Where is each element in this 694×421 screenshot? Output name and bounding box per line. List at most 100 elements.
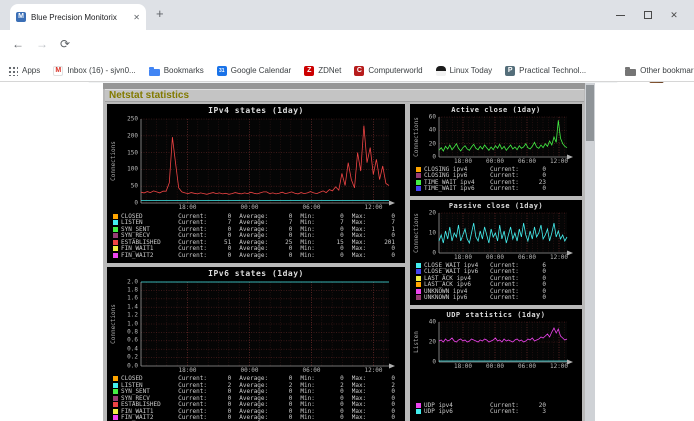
- x-tick-label: 18:00: [454, 363, 472, 370]
- legend-swatch: [113, 383, 118, 388]
- back-icon[interactable]: ←: [12, 37, 24, 51]
- legend-stat: Current:3: [490, 408, 546, 415]
- tab-close-icon[interactable]: ✕: [133, 13, 140, 22]
- legend-swatch: [113, 409, 118, 414]
- bookmark-label: ZDNet: [318, 66, 341, 75]
- y-tick-label: 150: [127, 149, 138, 156]
- y-tick-label: 1.0: [127, 320, 138, 327]
- bookmark-inbox[interactable]: MInbox (16) - sjvn0...: [53, 66, 135, 76]
- y-tick-label: 60: [429, 114, 436, 121]
- passive-close-graph[interactable]: Passive close (1day) Connections18:0000:…: [410, 200, 582, 305]
- folder-icon: [149, 69, 160, 76]
- bookmark-label: Google Calendar: [231, 66, 291, 75]
- penguin-icon: [436, 66, 446, 76]
- legend-stat-value: 0: [289, 252, 293, 259]
- new-tab-button[interactable]: +: [156, 6, 164, 21]
- legend-stat: Current:0: [178, 252, 231, 259]
- legend-state-name: FIN_WAIT2: [121, 414, 178, 421]
- active-close-graph[interactable]: Active close (1day) Connections18:0000:0…: [410, 104, 582, 196]
- bookmark-zdnet[interactable]: ZZDNet: [304, 66, 341, 76]
- x-tick-label: 00:00: [240, 204, 258, 211]
- legend-swatch: [416, 289, 421, 294]
- page-scrollbar[interactable]: [585, 83, 595, 421]
- forward-icon[interactable]: →: [36, 37, 48, 51]
- graph-title: Active close (1day): [412, 106, 580, 115]
- graph-legend: CLOSEDCurrent:0Average:0Min:0Max:0LISTEN…: [113, 213, 403, 259]
- legend-state-name: TIME_WAIT ipv6: [424, 185, 490, 192]
- bookmark-computerworld[interactable]: CComputerworld: [354, 66, 422, 76]
- y-tick-label: 0.2: [127, 354, 138, 361]
- bookmark-apps[interactable]: Apps: [8, 66, 40, 76]
- legend-swatch: [113, 389, 118, 394]
- x-tick-label: 12:00: [550, 363, 568, 370]
- bookmark-practical-technology[interactable]: PPractical Technol...: [505, 66, 586, 76]
- bookmark-bookmarks-folder[interactable]: Bookmarks: [149, 66, 204, 76]
- y-tick-label: 0: [432, 154, 436, 161]
- y-axis-label: Connections: [413, 117, 420, 157]
- legend-stat: Min:0: [300, 252, 343, 259]
- page-viewport: Netstat statistics IPv4 states (1day) Co…: [0, 83, 694, 421]
- legend-stat-label: Max:: [352, 414, 366, 421]
- legend-swatch: [113, 376, 118, 381]
- bookmark-label: Apps: [22, 66, 40, 75]
- legend-stat-value: 0: [391, 252, 395, 259]
- graphs-right-column: Active close (1day) Connections18:0000:0…: [410, 104, 582, 421]
- graph-title: IPv4 states (1day): [109, 106, 403, 117]
- legend-stat-value: 0: [289, 414, 293, 421]
- legend-swatch: [416, 276, 421, 281]
- legend-stat-value: 0: [228, 252, 232, 259]
- y-tick-label: 20: [429, 140, 436, 147]
- legend-stat-label: Current:: [490, 185, 519, 192]
- x-tick-label: 00:00: [486, 363, 504, 370]
- y-tick-label: 100: [127, 166, 138, 173]
- other-bookmarks-button[interactable]: Other bookmarks: [625, 66, 694, 76]
- y-axis-label: Listen: [413, 331, 420, 353]
- tab-favicon-icon: M: [16, 12, 26, 22]
- graph-legend: UDP ipv4Current:20UDP ipv6Current:3: [416, 402, 580, 415]
- monitorix-content: Netstat statistics IPv4 states (1day) Co…: [103, 83, 595, 421]
- browser-tab[interactable]: M Blue Precision Monitorix ✕: [10, 4, 146, 30]
- ipv4-states-graph[interactable]: IPv4 states (1day) Connections18:0000:00…: [107, 104, 405, 263]
- x-tick-label: 00:00: [240, 367, 258, 374]
- plot-area: Connections18:0000:0006:0012:00050100150…: [141, 119, 389, 203]
- legend-stat-value: 0: [340, 414, 344, 421]
- tab-title: Blue Precision Monitorix: [31, 13, 128, 22]
- legend-swatch: [416, 173, 421, 178]
- udp-statistics-graph[interactable]: UDP statistics (1day) Listen 18:00 00:00 06…: [410, 309, 582, 421]
- y-tick-label: 0.8: [127, 328, 138, 335]
- legend-swatch: [416, 167, 421, 172]
- y-tick-label: 0.6: [127, 337, 138, 344]
- bookmark-google-calendar[interactable]: 31Google Calendar: [217, 66, 291, 76]
- legend-swatch: [416, 403, 421, 408]
- reload-icon[interactable]: ⟳: [60, 37, 70, 51]
- legend-stat-label: Min:: [300, 252, 314, 259]
- legend-row: UNKNOWN ipv6Current:0: [416, 295, 580, 302]
- ipv6-states-graph[interactable]: IPv6 states (1day) Connections18:0000:00…: [107, 267, 405, 421]
- x-tick-label: 06:00: [518, 363, 536, 370]
- graph-legend: CLOSING ipv4Current:0CLOSING ipv6Current…: [416, 166, 580, 192]
- bookmark-linux-today[interactable]: Linux Today: [436, 66, 493, 76]
- legend-swatch: [113, 227, 118, 232]
- graphs-left-column: IPv4 states (1day) Connections18:0000:00…: [107, 104, 405, 421]
- graph-legend: CLOSE_WAIT ipv4Current:6CLOSE_WAIT ipv6C…: [416, 262, 580, 301]
- graph-title: UDP statistics (1day): [412, 311, 580, 320]
- y-tick-label: 10: [429, 230, 436, 237]
- y-axis-label: Connections: [110, 304, 117, 344]
- graph-title: Passive close (1day): [412, 202, 580, 211]
- legend-swatch: [113, 402, 118, 407]
- x-tick-label: 12:00: [364, 367, 382, 374]
- y-tick-label: 40: [429, 127, 436, 134]
- legend-stat-label: Min:: [300, 414, 314, 421]
- y-tick-label: 0: [432, 250, 436, 257]
- x-tick-label: 18:00: [454, 254, 472, 261]
- legend-swatch: [113, 214, 118, 219]
- window-maximize-button[interactable]: [634, 0, 662, 30]
- scrollbar-thumb[interactable]: [586, 85, 594, 141]
- section-header: Netstat statistics: [105, 89, 584, 102]
- window-close-button[interactable]: ✕: [660, 0, 688, 30]
- legend-swatch: [113, 396, 118, 401]
- plot-area: Connections18:0000:0006:0012:000204060: [439, 117, 567, 157]
- practical-tech-icon: P: [505, 66, 515, 76]
- window-minimize-button[interactable]: [606, 0, 634, 30]
- chart-canvas: [439, 213, 567, 253]
